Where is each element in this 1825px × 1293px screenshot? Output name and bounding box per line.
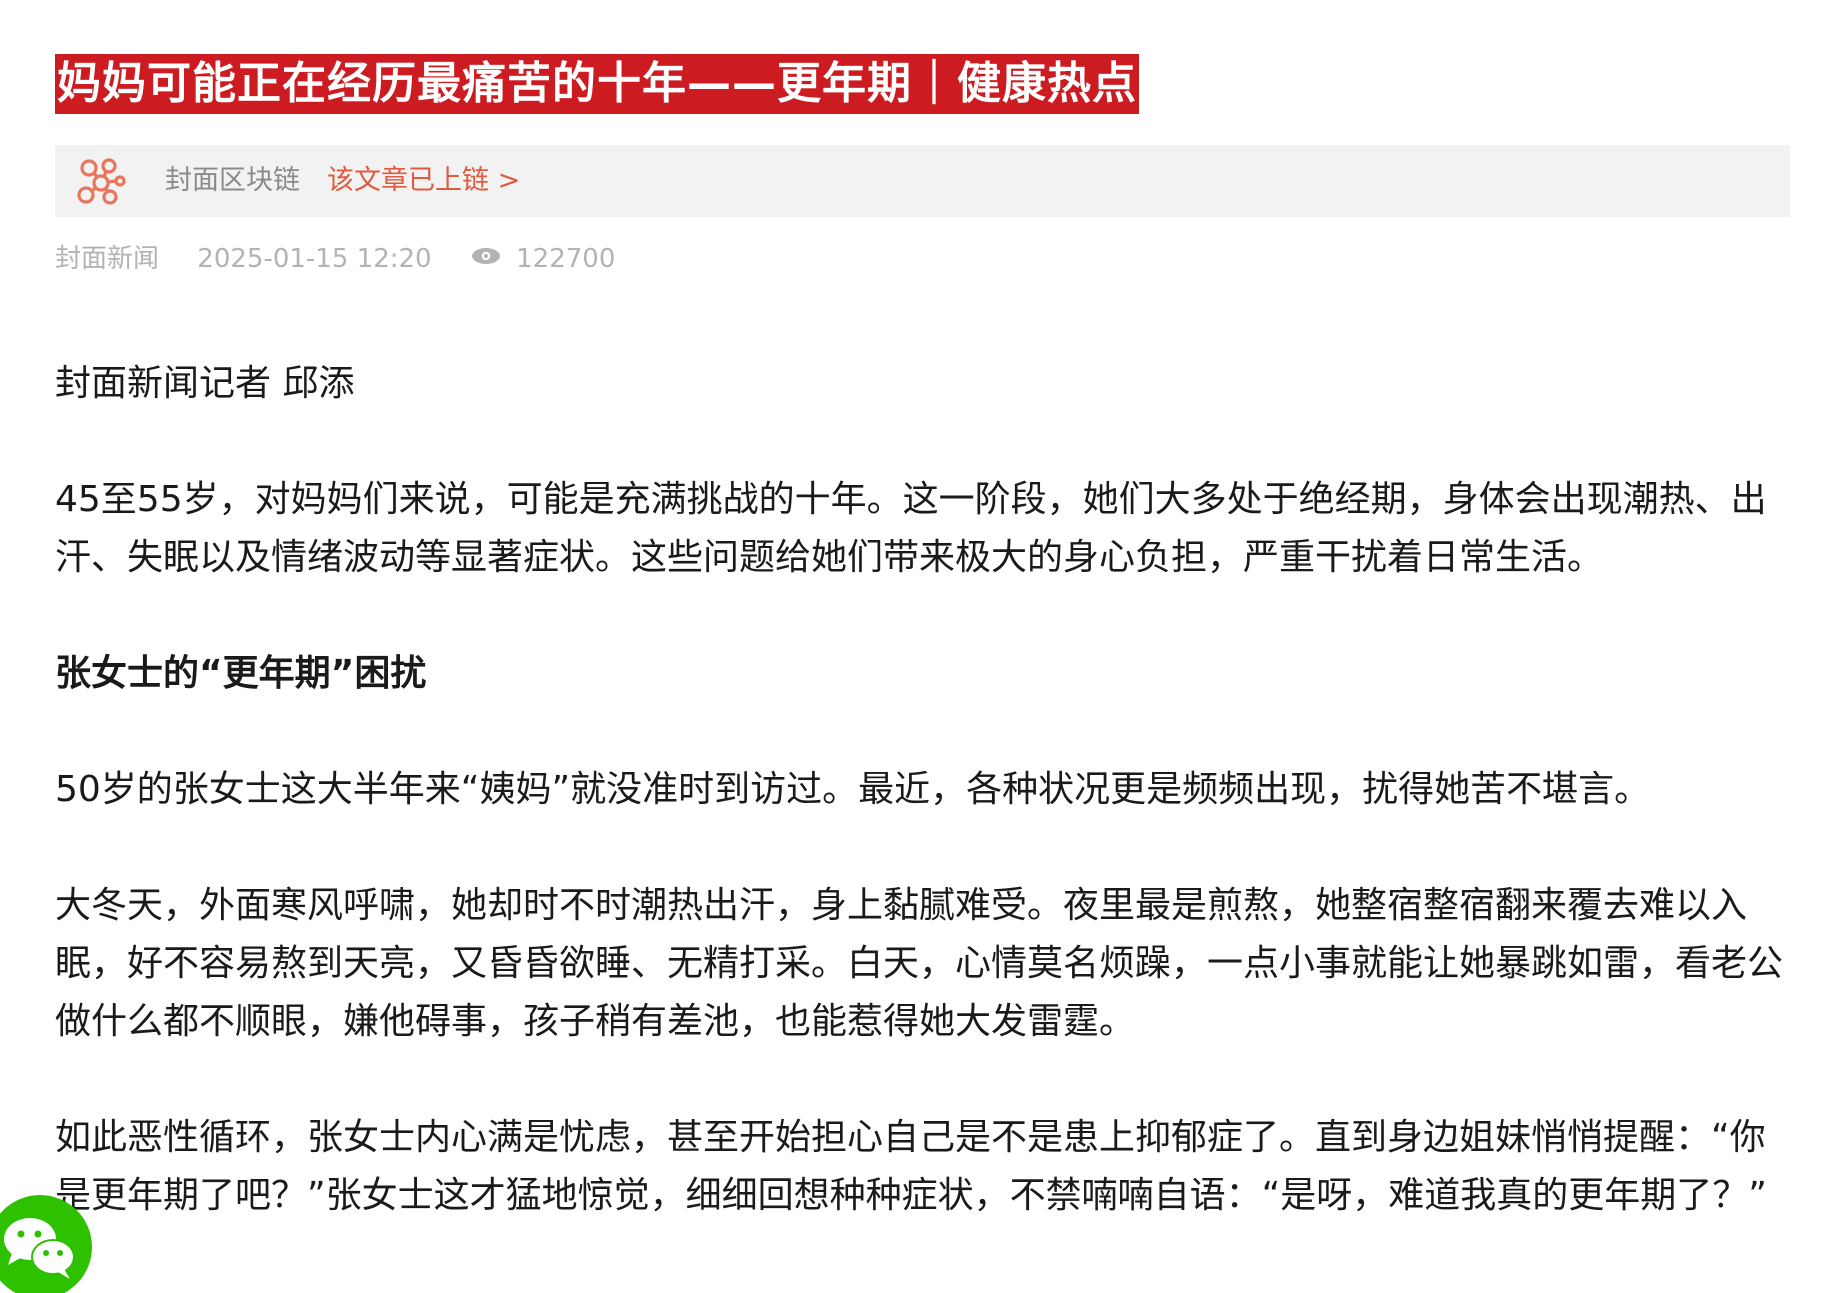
paragraph: 50岁的张女士这大半年来“姨妈”就没准时到访过。最近，各种状况更是频频出现，扰得… bbox=[55, 769, 1651, 810]
page: 妈妈可能正在经历最痛苦的十年——更年期｜健康热点 封面区块链 该文章已上链 > … bbox=[0, 0, 1825, 1293]
article-title: 妈妈可能正在经历最痛苦的十年——更年期｜健康热点 bbox=[55, 54, 1139, 114]
eye-icon bbox=[471, 248, 500, 264]
section-heading: 张女士的“更年期”困扰 bbox=[55, 653, 427, 694]
article-body: 封面新闻记者 邱添 45至55岁，对妈妈们来说，可能是充满挑战的十年。这一阶段，… bbox=[55, 355, 1790, 1283]
wechat-icon bbox=[4, 1218, 75, 1279]
source-label: 封面新闻 bbox=[55, 243, 160, 274]
article-meta: 封面新闻 2025-01-15 12:20 122700 bbox=[55, 240, 615, 276]
view-count: 122700 bbox=[516, 243, 616, 274]
paragraph: 如此恶性循环，张女士内心满是忧虑，甚至开始担心自己是不是患上抑郁症了。直到身边姐… bbox=[55, 1117, 1767, 1216]
blockchain-icon bbox=[77, 158, 126, 205]
blockchain-bar: 封面区块链 该文章已上链 > bbox=[55, 145, 1790, 217]
byline: 封面新闻记者 邱添 bbox=[55, 363, 355, 404]
publish-date: 2025-01-15 12:20 bbox=[197, 243, 432, 274]
blockchain-link[interactable]: 该文章已上链 > bbox=[327, 145, 520, 217]
blockchain-label: 封面区块链 bbox=[165, 165, 300, 196]
paragraph: 大冬天，外面寒风呼啸，她却时不时潮热出汗，身上黏腻难受。夜里最是煎熬，她整宿整宿… bbox=[55, 885, 1784, 1042]
paragraph: 45至55岁，对妈妈们来说，可能是充满挑战的十年。这一阶段，她们大多处于绝经期，… bbox=[55, 479, 1767, 578]
